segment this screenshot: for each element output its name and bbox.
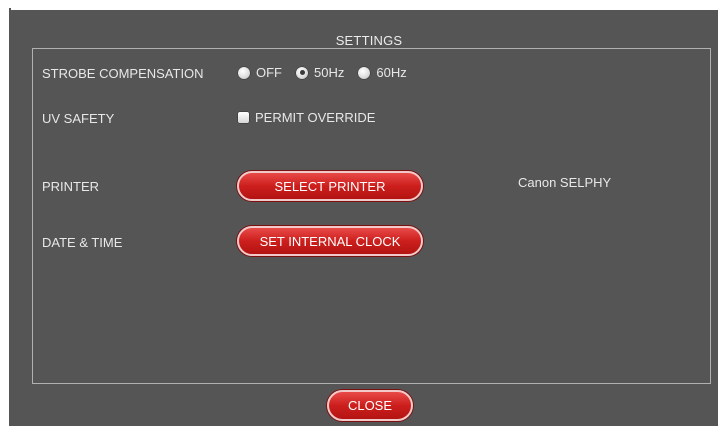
strobe-radio-group: OFF 50Hz 60Hz [238, 65, 407, 80]
radio-checked-icon [296, 66, 308, 79]
strobe-60hz-radio[interactable]: 60Hz [358, 65, 407, 80]
strobe-compensation-label: STROBE COMPENSATION [42, 66, 204, 81]
strobe-off-radio[interactable]: OFF [238, 65, 282, 80]
date-time-label: DATE & TIME [42, 235, 123, 250]
close-button[interactable]: CLOSE [327, 390, 413, 421]
permit-override-checkbox[interactable]: PERMIT OVERRIDE [238, 110, 375, 125]
radio-unchecked-icon [238, 66, 250, 79]
strobe-50hz-radio[interactable]: 50Hz [296, 65, 344, 80]
select-printer-button[interactable]: SELECT PRINTER [237, 171, 423, 201]
permit-override-label: PERMIT OVERRIDE [255, 110, 376, 125]
dialog-title: SETTINGS [335, 33, 403, 48]
settings-panel [32, 48, 711, 384]
set-internal-clock-button[interactable]: SET INTERNAL CLOCK [237, 226, 423, 256]
strobe-50hz-label: 50Hz [314, 65, 345, 80]
printer-label: PRINTER [42, 179, 100, 194]
uv-safety-label: UV SAFETY [42, 111, 115, 126]
strobe-off-label: OFF [256, 65, 282, 80]
selected-printer-value: Canon SELPHY [518, 175, 612, 190]
strobe-60hz-label: 60Hz [376, 65, 407, 80]
checkbox-icon [238, 112, 249, 123]
radio-unchecked-icon [358, 66, 371, 79]
